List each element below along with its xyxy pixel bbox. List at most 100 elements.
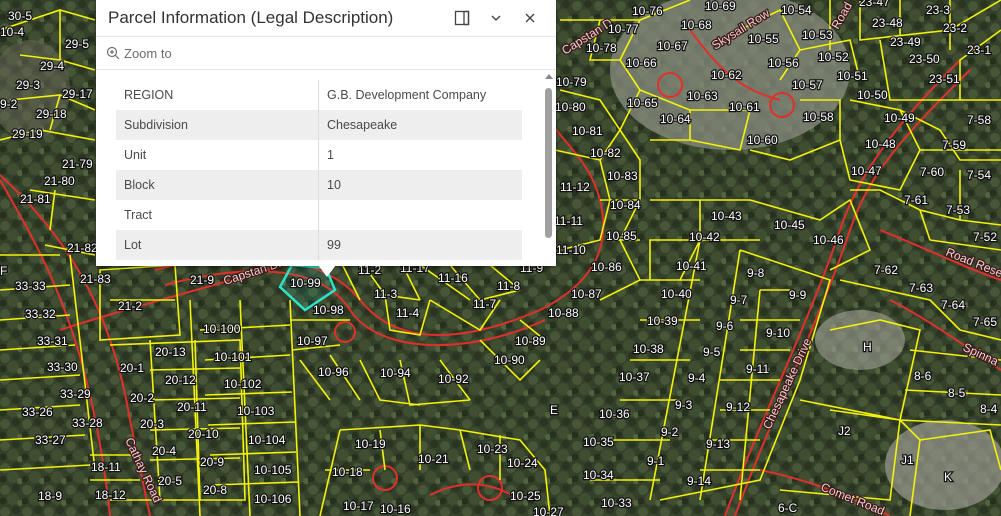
attribute-table: REGION G.B. Development Company Subdivisi… (116, 80, 522, 260)
field-name: Lot (116, 230, 319, 260)
parcel-label: 10-42 (689, 230, 720, 244)
parcel-label: 10-85 (606, 229, 637, 243)
field-value: 10 (327, 178, 341, 192)
parcel-label: 7-64 (941, 298, 965, 312)
parcel-label: 21-83 (80, 272, 111, 286)
parcel-label: 9-1 (647, 454, 665, 468)
parcel-label: J1 (901, 453, 914, 467)
parcel-label: 10-104 (248, 433, 286, 447)
popup-pointer (318, 265, 336, 277)
parcel-label: 20-9 (200, 455, 224, 469)
popup-title: Parcel Information (Legal Description) (108, 8, 394, 27)
parcel-label: 20-1 (120, 361, 144, 375)
parcel-label: 10-101 (214, 350, 252, 364)
parcel-label: E (550, 403, 558, 417)
parcel-label: 10-68 (681, 18, 712, 32)
parcel-label: 10-86 (591, 260, 622, 274)
parcel-label: 10-90 (494, 353, 525, 367)
parcel-label: 23-49 (890, 35, 921, 49)
dock-button[interactable] (448, 4, 476, 32)
parcel-label: 10-97 (297, 334, 328, 348)
parcel-label: 23-50 (909, 52, 940, 66)
parcel-label: 7-53 (946, 203, 970, 217)
scroll-up-icon[interactable] (544, 72, 554, 80)
parcel-label: 10-79 (556, 75, 587, 89)
field-name: Subdivision (116, 110, 319, 140)
parcel-label: 21-79 (62, 157, 93, 171)
collapse-button[interactable] (482, 4, 510, 32)
parcel-label: 23-48 (872, 16, 903, 30)
parcel-label: 10-65 (627, 96, 658, 110)
parcel-label: 10-27 (533, 505, 564, 516)
parcel-label: 9-2 (661, 425, 679, 439)
parcel-label: 10-80 (555, 100, 586, 114)
parcel-label: 21-82 (67, 241, 98, 255)
parcel-label: H (863, 340, 872, 354)
popup-scrollbar[interactable] (544, 72, 554, 262)
parcel-label: 29-19 (12, 127, 43, 141)
parcel-label: 10-17 (343, 499, 374, 513)
field-value: Chesapeake (327, 118, 398, 132)
parcel-label: 9-7 (730, 293, 748, 307)
parcel-label: 10-76 (632, 4, 663, 18)
parcel-label: 9-6 (716, 319, 734, 333)
table-row: Block 10 (116, 170, 522, 200)
zoom-in-icon (106, 46, 120, 60)
table-row: Lot 99 (116, 230, 522, 260)
parcel-label: 9-4 (688, 371, 706, 385)
parcel-label: 23-51 (929, 72, 960, 86)
parcel-label: 30-5 (8, 9, 32, 23)
parcel-label: 9-13 (706, 437, 730, 451)
parcel-label: 10-24 (507, 456, 538, 470)
parcel-label: F (0, 264, 7, 278)
parcel-label: 10-23 (477, 442, 508, 456)
parcel-label: 33-30 (47, 360, 78, 374)
parcel-label: 10-48 (865, 137, 896, 151)
parcel-label: 33-28 (72, 416, 103, 430)
parcel-label: 11-4 (396, 306, 419, 320)
field-name: Unit (116, 140, 319, 170)
parcel-label: 10-41 (676, 259, 707, 273)
parcel-label: 20-3 (140, 417, 164, 431)
table-row: Subdivision Chesapeake (116, 110, 522, 140)
parcel-label: 7-61 (904, 193, 928, 207)
parcel-label: 29-3 (16, 78, 40, 92)
parcel-label: 8-6 (914, 369, 932, 383)
table-row: Tract (116, 200, 522, 230)
parcel-label: 10-98 (313, 303, 344, 317)
parcel-label: 10-62 (711, 68, 742, 82)
parcel-label: 6-C (778, 501, 798, 515)
close-button[interactable] (516, 4, 544, 32)
parcel-label: 18-11 (91, 460, 121, 474)
parcel-label: 10-57 (792, 78, 823, 92)
parcel-label: 7-59 (942, 138, 966, 152)
field-name: REGION (116, 80, 319, 110)
parcel-label: 10-34 (583, 468, 614, 482)
parcel-label: 9-8 (747, 266, 765, 280)
parcel-label: 10-92 (438, 372, 469, 386)
parcel-label: 11-3 (374, 287, 397, 301)
parcel-label: 10-50 (857, 88, 888, 102)
zoom-to-action[interactable]: Zoom to (96, 37, 556, 70)
parcel-label: 9-10 (766, 326, 790, 340)
parcel-label: 10-78 (586, 41, 617, 55)
parcel-label: 11-16 (438, 271, 468, 285)
parcel-label: 9-5 (703, 345, 721, 359)
parcel-label: 10-21 (418, 452, 449, 466)
parcel-popup: Parcel Information (Legal Description) Z… (96, 0, 556, 266)
parcel-label: 10-106 (254, 492, 292, 506)
parcel-label: 10-40 (661, 287, 692, 301)
parcel-label: 10-43 (711, 209, 742, 223)
parcel-label: 7-62 (874, 263, 898, 277)
parcel-label: 7-54 (967, 168, 991, 182)
parcel-label: 10-67 (657, 39, 688, 53)
parcel-label: 10-87 (571, 287, 602, 301)
chevron-down-icon (491, 15, 501, 21)
scrollbar-thumb[interactable] (545, 88, 552, 238)
parcel-label: 21-9 (190, 273, 214, 287)
parcel-label: 20-12 (165, 373, 196, 387)
parcel-label: 18-9 (38, 489, 62, 503)
parcel-label: 10-35 (583, 435, 614, 449)
parcel-label: 10-61 (729, 100, 760, 114)
parcel-label: 10-25 (510, 489, 541, 503)
